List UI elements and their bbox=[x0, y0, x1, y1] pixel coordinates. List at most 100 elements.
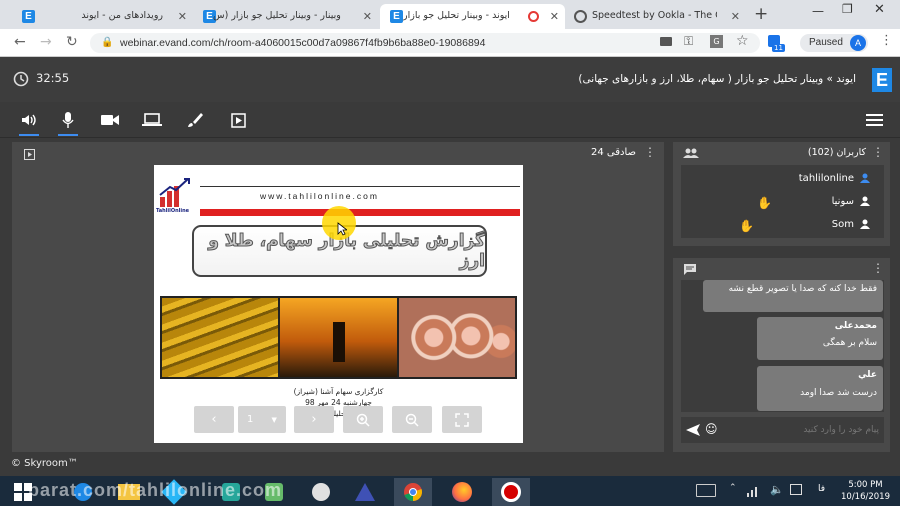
chat-message-text: فقط خدا کنه که صدا یا تصویر قطع نشه bbox=[728, 284, 877, 294]
copper-coils-image bbox=[398, 298, 515, 377]
key-icon[interactable]: ⚿ bbox=[684, 34, 693, 49]
slide-divider bbox=[200, 186, 520, 187]
page-select[interactable]: 1 ▼ bbox=[238, 406, 286, 433]
tab-webinar[interactable]: E وبینار - وبینار تحلیل جو بازار (س ✕ bbox=[193, 4, 378, 29]
chat-icon bbox=[684, 264, 696, 275]
user-name: Som bbox=[831, 218, 854, 230]
fullscreen-button[interactable] bbox=[442, 406, 482, 433]
taskbar-recorder[interactable] bbox=[492, 478, 530, 506]
send-icon[interactable] bbox=[686, 424, 700, 436]
user-row[interactable]: Som bbox=[832, 214, 870, 234]
hamburger-icon bbox=[866, 114, 883, 126]
raised-hand-icon: ✋ bbox=[739, 219, 754, 233]
close-icon[interactable]: ✕ bbox=[731, 10, 740, 23]
close-icon[interactable]: ✕ bbox=[178, 10, 187, 23]
more-icon[interactable]: ⋮ bbox=[872, 145, 884, 159]
clock-time: 5:00 PM bbox=[848, 480, 883, 490]
microphone-button[interactable] bbox=[56, 108, 80, 136]
tab-my-events[interactable]: E رویدادهای من - ایوند ✕ bbox=[8, 4, 193, 29]
slide-caption-broker: کارگزاری سهام آشنا (شیراز) bbox=[293, 387, 384, 396]
back-icon[interactable]: ← bbox=[14, 34, 26, 50]
forward-icon[interactable]: → bbox=[40, 34, 52, 50]
microphone-icon bbox=[62, 112, 74, 128]
page-title: ایوند » وبینار تحلیل جو بازار ( سهام، طل… bbox=[578, 73, 856, 85]
speaker-icon bbox=[22, 114, 36, 126]
next-slide-button[interactable]: › bbox=[294, 406, 334, 433]
users-icon bbox=[683, 148, 699, 158]
gold-bars-image bbox=[162, 298, 279, 377]
close-icon[interactable]: ✕ bbox=[363, 10, 372, 23]
fullscreen-icon bbox=[455, 412, 469, 427]
emoji-icon[interactable]: ☺ bbox=[705, 422, 718, 436]
chat-message: محمدعلی سلام بر همگی bbox=[757, 317, 883, 360]
taskbar-app-3[interactable] bbox=[302, 478, 340, 506]
close-window-button[interactable]: ✕ bbox=[874, 2, 885, 17]
more-icon[interactable]: ⋮ bbox=[644, 145, 656, 159]
tab-speedtest[interactable]: Speedtest by Ookla - The Glo ✕ bbox=[566, 4, 746, 29]
firefox-icon bbox=[452, 482, 472, 502]
chat-input[interactable] bbox=[723, 420, 879, 440]
speedtest-favicon-icon bbox=[574, 10, 587, 23]
taskbar-clock[interactable]: 5:00 PM 10/16/2019 bbox=[838, 479, 893, 503]
chevron-left-icon: ‹ bbox=[211, 412, 217, 427]
restore-button[interactable]: ❐ bbox=[842, 2, 853, 16]
laptop-icon bbox=[142, 113, 162, 126]
browser-tab-bar: E رویدادهای من - ایوند ✕ E وبینار - وبین… bbox=[0, 0, 900, 29]
session-timer: 32:55 bbox=[36, 71, 70, 85]
more-icon[interactable]: ⋮ bbox=[872, 261, 884, 275]
chat-messages: فقط خدا کنه که صدا یا تصویر قطع نشه محمد… bbox=[681, 280, 884, 412]
tab-evand-webinar[interactable]: E ایوند - وبینار تحلیل جو بازار ✕ bbox=[380, 4, 565, 29]
paused-profile-button[interactable]: Paused A bbox=[800, 34, 868, 52]
chrome-menu-icon[interactable]: ⋮ bbox=[880, 33, 893, 48]
record-icon bbox=[501, 482, 521, 502]
play-box-icon bbox=[230, 112, 246, 128]
tab-title: ایوند - وبینار تحلیل جو بازار bbox=[403, 10, 510, 21]
battery-icon[interactable] bbox=[790, 484, 802, 495]
clock-icon bbox=[13, 71, 29, 87]
tray-arrow-icon[interactable]: ⌃ bbox=[729, 483, 737, 493]
close-icon[interactable]: ✕ bbox=[550, 10, 559, 23]
brush-icon bbox=[188, 113, 203, 127]
users-list: tahlilonline سونیا Som bbox=[681, 165, 884, 238]
new-tab-button[interactable]: + bbox=[754, 4, 768, 24]
chat-author: محمدعلی bbox=[834, 321, 877, 331]
camera-icon[interactable] bbox=[660, 37, 672, 46]
zoom-in-icon bbox=[356, 413, 370, 427]
oil-rig-silhouette bbox=[332, 321, 345, 362]
network-icon[interactable] bbox=[747, 485, 760, 497]
taskbar-firefox[interactable] bbox=[443, 478, 481, 506]
chat-message: فقط خدا کنه که صدا یا تصویر قطع نشه bbox=[703, 280, 883, 312]
zoom-out-icon bbox=[405, 413, 419, 427]
keyboard-icon[interactable] bbox=[696, 484, 716, 497]
address-bar: ← → ↻ 🔒 webinar.evand.com/ch/room-a40600… bbox=[0, 29, 900, 57]
volume-icon[interactable]: 🔈 bbox=[770, 483, 784, 496]
taskbar-chrome[interactable] bbox=[394, 478, 432, 506]
prev-slide-button[interactable]: ‹ bbox=[194, 406, 234, 433]
user-row[interactable]: سونیا bbox=[832, 191, 870, 211]
camera-button[interactable] bbox=[98, 108, 122, 132]
media-button[interactable] bbox=[226, 108, 250, 132]
triangle-app-icon bbox=[355, 483, 375, 501]
page-number: 1 bbox=[247, 414, 254, 425]
raised-hand-icon: ✋ bbox=[757, 196, 772, 210]
app-header: 32:55 ایوند » وبینار تحلیل جو بازار ( سه… bbox=[0, 57, 900, 102]
menu-button[interactable] bbox=[866, 112, 883, 126]
reload-icon[interactable]: ↻ bbox=[66, 34, 78, 50]
oil-rig-image bbox=[278, 298, 399, 377]
chat-message-text: درست شد صدا اومد bbox=[800, 388, 877, 398]
tab-title: Speedtest by Ookla - The Glo bbox=[592, 10, 717, 21]
whiteboard-button[interactable] bbox=[183, 108, 207, 132]
language-indicator[interactable]: فا bbox=[818, 484, 825, 494]
user-icon bbox=[860, 173, 870, 183]
translate-icon[interactable]: G bbox=[710, 35, 723, 48]
star-icon[interactable]: ☆ bbox=[736, 33, 749, 49]
lock-icon: 🔒 bbox=[101, 37, 114, 48]
zoom-in-button[interactable] bbox=[343, 406, 383, 433]
screen-share-button[interactable] bbox=[140, 108, 164, 132]
taskbar-app-4[interactable] bbox=[346, 478, 384, 506]
minimize-button[interactable]: — bbox=[812, 4, 824, 18]
user-row[interactable]: tahlilonline bbox=[799, 168, 870, 188]
zoom-out-button[interactable] bbox=[392, 406, 432, 433]
speaker-button[interactable] bbox=[17, 108, 41, 136]
play-box-icon bbox=[24, 149, 35, 160]
